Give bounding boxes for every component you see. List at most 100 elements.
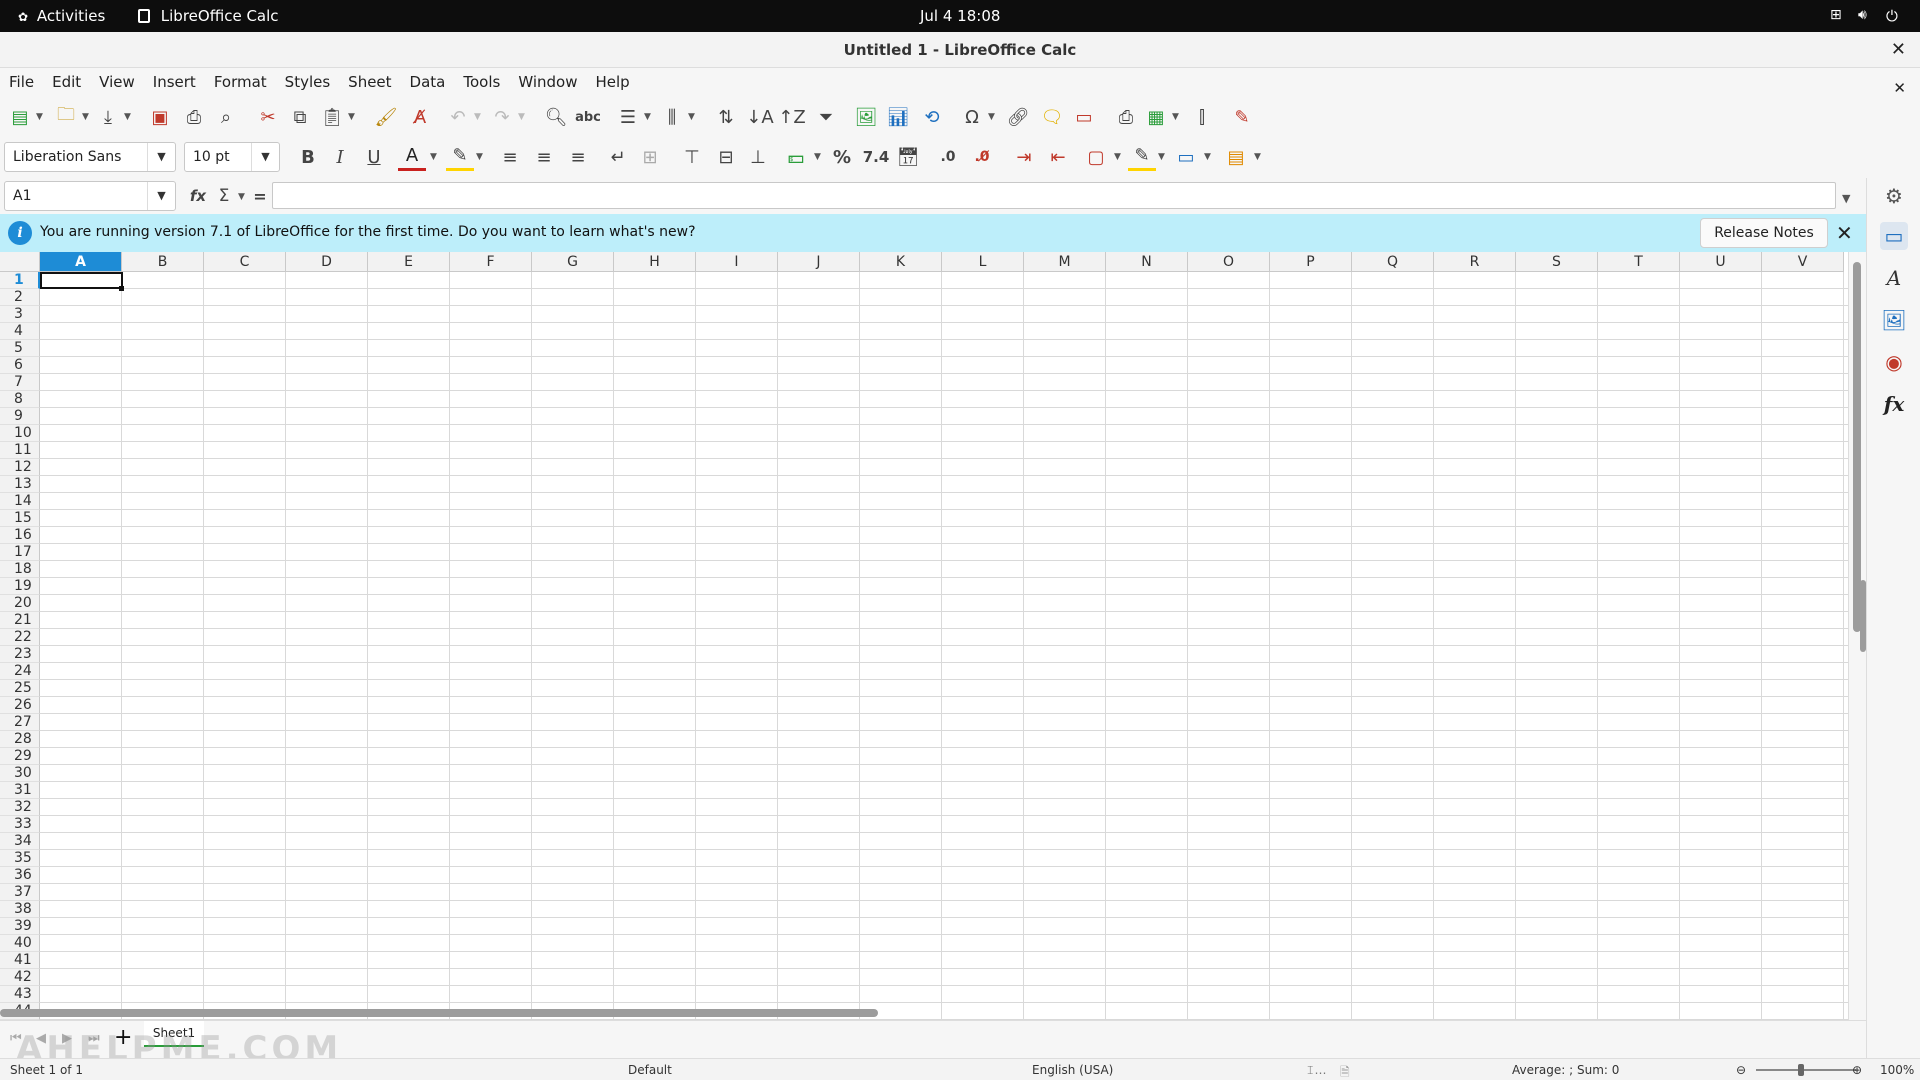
sidebar-settings-icon[interactable]: ⚙ xyxy=(1880,182,1908,210)
font-name-box[interactable]: Liberation Sans ▼ xyxy=(4,142,176,172)
row-header-15[interactable]: 15 xyxy=(0,510,40,527)
menu-view[interactable]: View xyxy=(90,68,144,96)
row-header-27[interactable]: 27 xyxy=(0,714,40,731)
selection-summary[interactable]: Average: ; Sum: 0 xyxy=(1512,1063,1619,1077)
row-header-31[interactable]: 31 xyxy=(0,782,40,799)
volume-icon[interactable]: 🔊︎ xyxy=(1858,7,1867,23)
delete-decimal-icon[interactable]: .0̸ xyxy=(968,143,996,171)
font-size-box[interactable]: 10 pt ▼ xyxy=(184,142,280,172)
column-header-s[interactable]: S xyxy=(1516,252,1598,272)
function-wizard-icon[interactable]: fx xyxy=(184,182,212,210)
row-header-26[interactable]: 26 xyxy=(0,697,40,714)
export-pdf-icon[interactable]: ▣ xyxy=(146,103,174,131)
number-format-icon[interactable]: 7.4 xyxy=(862,143,890,171)
language-indicator[interactable]: English (USA) xyxy=(1032,1063,1113,1077)
row-header-16[interactable]: 16 xyxy=(0,527,40,544)
row-header-11[interactable]: 11 xyxy=(0,442,40,459)
sidebar-properties-icon[interactable]: ▭ xyxy=(1880,222,1908,250)
row-header-40[interactable]: 40 xyxy=(0,935,40,952)
clear-formatting-icon[interactable]: A̸ xyxy=(406,103,434,131)
close-infobar-icon[interactable]: ✕ xyxy=(1836,221,1853,245)
close-window-icon[interactable]: ✕ xyxy=(1891,41,1906,59)
date-format-icon[interactable]: 📅︎ xyxy=(894,143,922,171)
increase-indent-icon[interactable]: ⇥ xyxy=(1010,143,1038,171)
define-print-area-icon[interactable]: ⎙ xyxy=(1112,103,1140,131)
new-dropdown-icon[interactable]: ▼ xyxy=(36,112,43,122)
column-header-h[interactable]: H xyxy=(614,252,696,272)
row-header-2[interactable]: 2 xyxy=(0,289,40,306)
column-header-c[interactable]: C xyxy=(204,252,286,272)
paste-dropdown-icon[interactable]: ▼ xyxy=(348,112,355,122)
row-dropdown-icon[interactable]: ▼ xyxy=(644,112,651,122)
currency-dropdown-icon[interactable]: ▼ xyxy=(814,152,821,162)
row-header-28[interactable]: 28 xyxy=(0,731,40,748)
row-header-7[interactable]: 7 xyxy=(0,374,40,391)
sort-descending-icon[interactable]: ↑Z xyxy=(778,103,806,131)
clock[interactable]: Jul 4 18:08 xyxy=(920,7,1000,25)
menu-format[interactable]: Format xyxy=(205,68,276,96)
column-header-p[interactable]: P xyxy=(1270,252,1352,272)
menu-help[interactable]: Help xyxy=(586,68,638,96)
spreadsheet-grid[interactable]: ABCDEFGHIJKLMNOPQRSTUV 1 2 3 4 5 6 7 8 9 10 11 12 13… xyxy=(0,252,1848,1020)
column-header-n[interactable]: N xyxy=(1106,252,1188,272)
zoom-slider-thumb[interactable] xyxy=(1798,1064,1804,1076)
column-header-j[interactable]: J xyxy=(778,252,860,272)
undo-icon[interactable]: ↶ xyxy=(444,103,472,131)
row-header-42[interactable]: 42 xyxy=(0,969,40,986)
conditional-format-icon[interactable]: ▤ xyxy=(1222,143,1250,171)
fill-handle[interactable] xyxy=(119,286,124,291)
freeze-dropdown-icon[interactable]: ▼ xyxy=(1172,112,1179,122)
row-header-21[interactable]: 21 xyxy=(0,612,40,629)
font-color-dropdown-icon[interactable]: ▼ xyxy=(430,152,437,162)
bold-icon[interactable]: B xyxy=(294,143,322,171)
row-header-13[interactable]: 13 xyxy=(0,476,40,493)
autofilter-icon[interactable]: ⏷ xyxy=(812,103,840,131)
row-header-12[interactable]: 12 xyxy=(0,459,40,476)
row-header-30[interactable]: 30 xyxy=(0,765,40,782)
decrease-indent-icon[interactable]: ⇤ xyxy=(1044,143,1072,171)
row-header-25[interactable]: 25 xyxy=(0,680,40,697)
menu-sheet[interactable]: Sheet xyxy=(339,68,400,96)
borders-dropdown-icon[interactable]: ▼ xyxy=(1114,152,1121,162)
power-icon[interactable]: ⏻ xyxy=(1886,7,1898,25)
save-dropdown-icon[interactable]: ▼ xyxy=(124,112,131,122)
align-bottom-icon[interactable]: ⊥ xyxy=(744,143,772,171)
row-header-29[interactable]: 29 xyxy=(0,748,40,765)
row-header-18[interactable]: 18 xyxy=(0,561,40,578)
border-color-icon[interactable]: ▭ xyxy=(1172,143,1200,171)
column-header-f[interactable]: F xyxy=(450,252,532,272)
print-preview-icon[interactable]: ⌕ xyxy=(212,103,240,131)
add-decimal-icon[interactable]: .0 xyxy=(934,143,962,171)
row-header-4[interactable]: 4 xyxy=(0,323,40,340)
column-header-i[interactable]: I xyxy=(696,252,778,272)
pivot-table-icon[interactable]: ⟲ xyxy=(918,103,946,131)
redo-dropdown-icon[interactable]: ▼ xyxy=(518,112,525,122)
row-header-33[interactable]: 33 xyxy=(0,816,40,833)
menu-data[interactable]: Data xyxy=(401,68,455,96)
menu-tools[interactable]: Tools xyxy=(454,68,509,96)
row-header-34[interactable]: 34 xyxy=(0,833,40,850)
paste-icon[interactable]: 📋︎ xyxy=(318,103,346,131)
highlight-dropdown-icon[interactable]: ▼ xyxy=(476,152,483,162)
clone-formatting-icon[interactable]: 🖌︎ xyxy=(372,103,400,131)
percent-format-icon[interactable]: % xyxy=(828,143,856,171)
column-header-u[interactable]: U xyxy=(1680,252,1762,272)
highlight-color-icon[interactable]: ✎ xyxy=(446,143,474,171)
selected-cell-a1[interactable] xyxy=(40,272,123,289)
name-box[interactable]: A1 ▼ xyxy=(4,181,176,211)
sum-dropdown-icon[interactable]: ▼ xyxy=(238,192,245,202)
row-header-14[interactable]: 14 xyxy=(0,493,40,510)
wrap-text-icon[interactable]: ↵ xyxy=(604,143,632,171)
menu-styles[interactable]: Styles xyxy=(276,68,340,96)
menu-window[interactable]: Window xyxy=(509,68,586,96)
cut-icon[interactable]: ✂ xyxy=(254,103,282,131)
row-header-36[interactable]: 36 xyxy=(0,867,40,884)
currency-format-icon[interactable]: 💵︎ xyxy=(782,143,810,171)
release-notes-button[interactable]: Release Notes xyxy=(1700,218,1828,248)
row-header-5[interactable]: 5 xyxy=(0,340,40,357)
row-header-41[interactable]: 41 xyxy=(0,952,40,969)
border-style-dropdown-icon[interactable]: ▼ xyxy=(1158,152,1165,162)
open-folder-icon[interactable]: 🗀 xyxy=(52,103,80,131)
insert-image-icon[interactable]: 🖼︎ xyxy=(852,103,880,131)
column-dropdown-icon[interactable]: ▼ xyxy=(688,112,695,122)
